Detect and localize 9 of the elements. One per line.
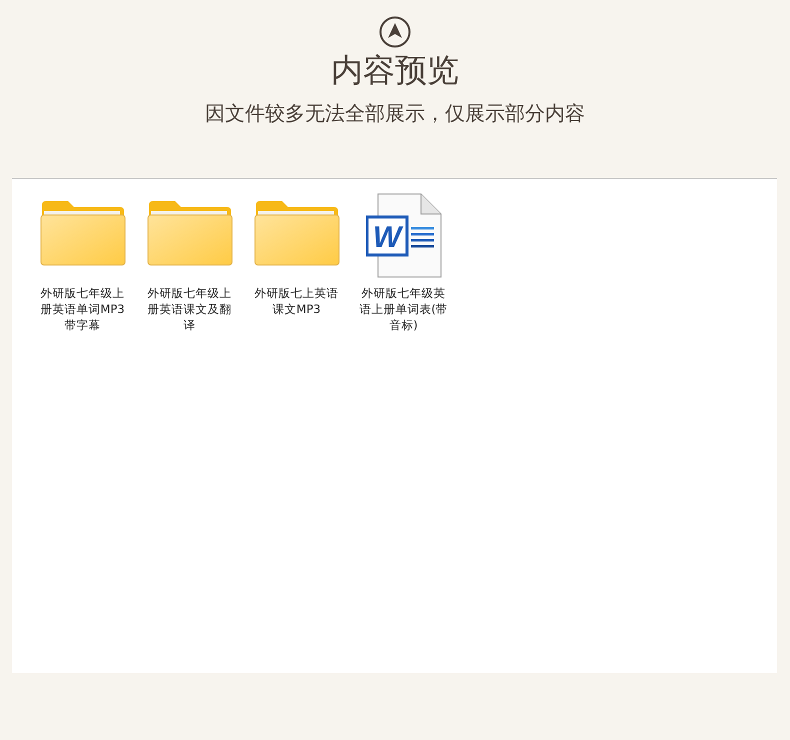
file-name[interactable]: 外研版七年级英语上册单词表(带音标) [358,285,448,333]
page-subtitle: 因文件较多无法全部展示，仅展示部分内容 [205,100,585,126]
file-name[interactable]: 外研版七年级上册英语课文及翻译 [144,285,234,333]
file-name[interactable]: 外研版七年级上册英语单词MP3带字幕 [38,285,128,333]
folder-icon [254,199,340,267]
folder-icon [40,199,126,267]
file-name[interactable]: 外研版七上英语课文MP3 [252,285,342,317]
folder-icon [146,199,232,267]
page-title: 内容预览 [331,50,459,90]
